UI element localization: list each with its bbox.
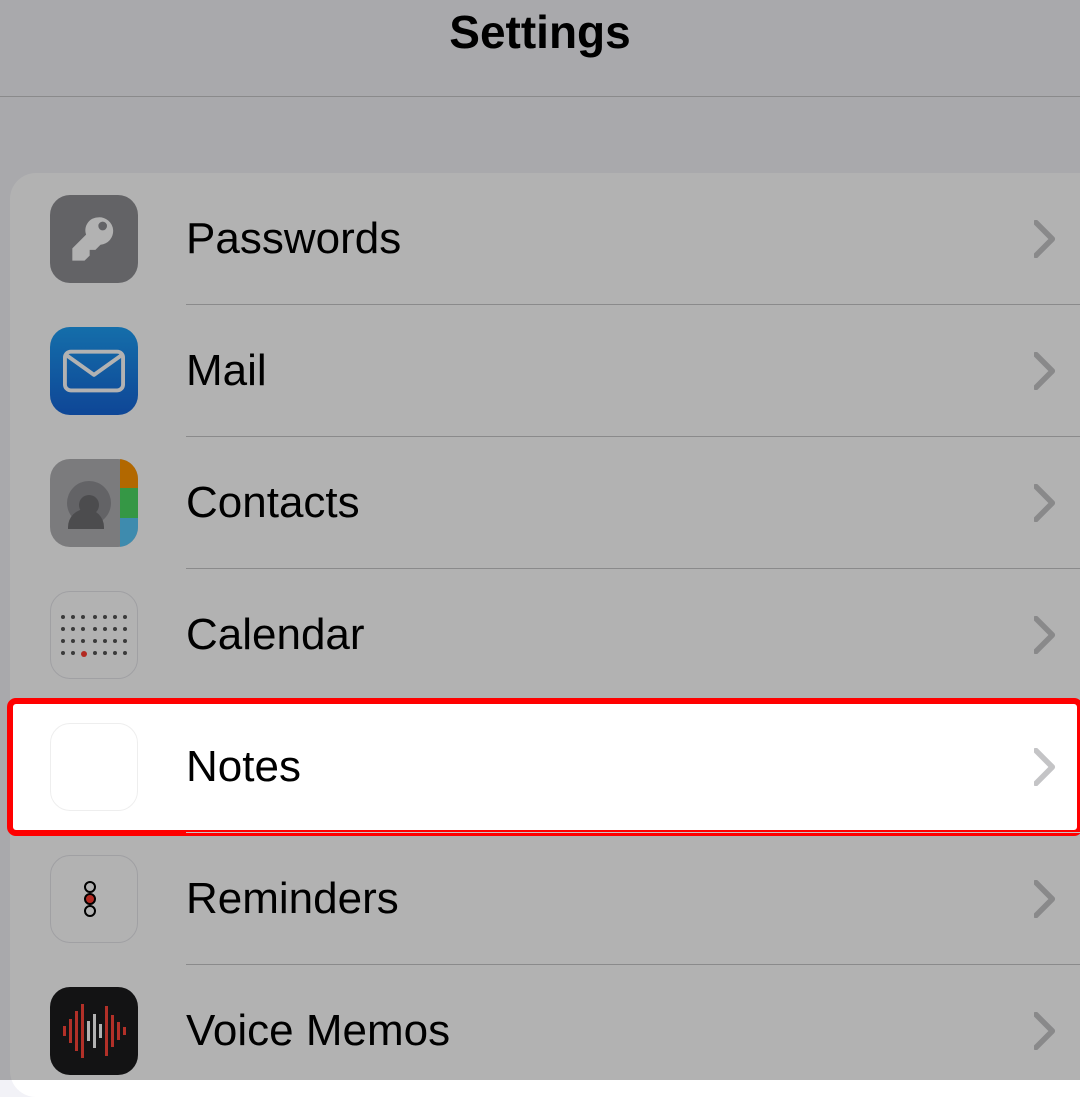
chevron-right-icon — [1034, 748, 1056, 786]
settings-row-mail[interactable]: Mail — [10, 305, 1080, 437]
settings-row-label: Notes — [186, 742, 1034, 792]
calendar-icon — [50, 591, 138, 679]
settings-list-group: Passwords Mail Contacts — [10, 173, 1080, 1097]
contacts-icon — [50, 459, 138, 547]
settings-row-label: Mail — [186, 346, 1034, 396]
page-title: Settings — [449, 5, 630, 59]
settings-row-reminders[interactable]: Reminders — [10, 833, 1080, 965]
chevron-right-icon — [1034, 484, 1056, 522]
reminders-icon — [50, 855, 138, 943]
chevron-right-icon — [1034, 352, 1056, 390]
key-icon — [50, 195, 138, 283]
row-separator — [186, 832, 1080, 833]
settings-list-container: Passwords Mail Contacts — [0, 97, 1080, 1097]
chevron-right-icon — [1034, 220, 1056, 258]
voice-memos-icon — [50, 987, 138, 1075]
settings-row-label: Voice Memos — [186, 1006, 1034, 1056]
mail-icon — [50, 327, 138, 415]
chevron-right-icon — [1034, 616, 1056, 654]
settings-row-label: Reminders — [186, 874, 1034, 924]
settings-row-label: Passwords — [186, 214, 1034, 264]
settings-row-voice-memos[interactable]: Voice Memos — [10, 965, 1080, 1097]
header: Settings — [0, 0, 1080, 97]
settings-row-passwords[interactable]: Passwords — [10, 173, 1080, 305]
notes-icon — [50, 723, 138, 811]
settings-row-calendar[interactable]: Calendar — [10, 569, 1080, 701]
settings-row-label: Calendar — [186, 610, 1034, 660]
chevron-right-icon — [1034, 1012, 1056, 1050]
settings-row-contacts[interactable]: Contacts — [10, 437, 1080, 569]
settings-row-label: Contacts — [186, 478, 1034, 528]
settings-row-notes[interactable]: Notes — [10, 701, 1080, 833]
chevron-right-icon — [1034, 880, 1056, 918]
